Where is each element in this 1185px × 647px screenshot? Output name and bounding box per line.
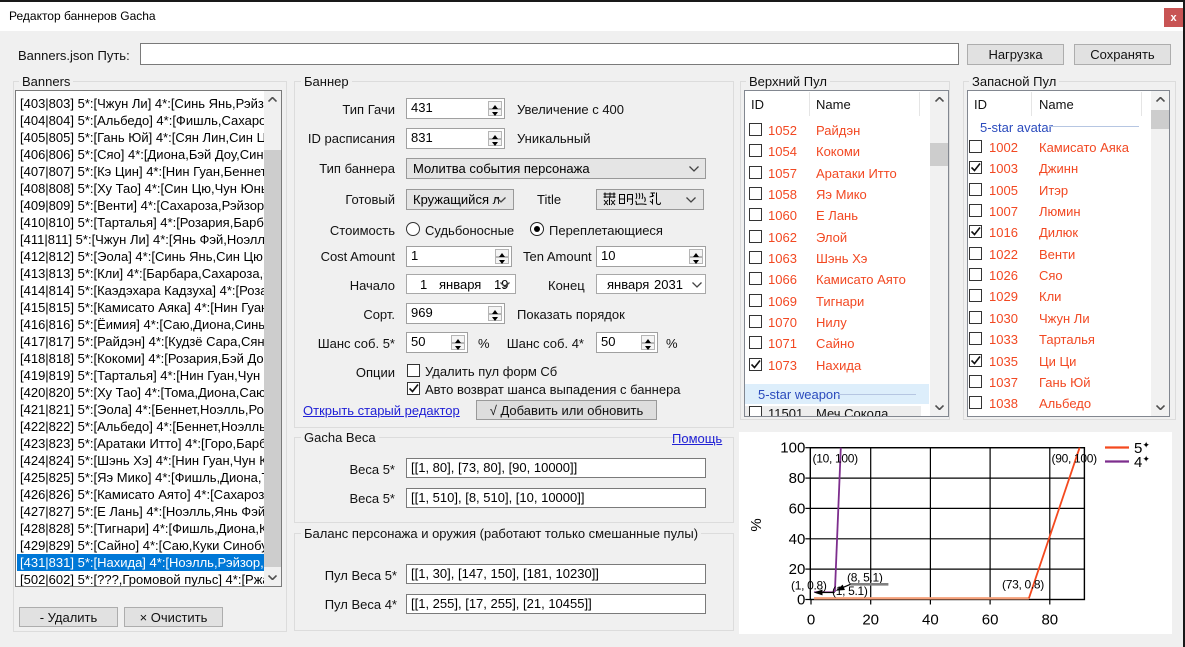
svg-text:(90, 100): (90, 100): [1052, 452, 1098, 466]
svg-text:(10, 100): (10, 100): [813, 452, 859, 466]
svg-text:40: 40: [789, 531, 806, 548]
svg-text:60: 60: [789, 500, 806, 517]
svg-text:(1, 5.1): (1, 5.1): [832, 584, 868, 598]
svg-text:100: 100: [780, 440, 805, 457]
svg-text:80: 80: [1041, 612, 1058, 629]
svg-text:60: 60: [982, 612, 999, 629]
svg-text:(73, 0.8): (73, 0.8): [1002, 578, 1044, 592]
svg-text:0: 0: [797, 592, 805, 609]
svg-text:%: %: [748, 518, 765, 531]
svg-text:20: 20: [789, 561, 806, 578]
svg-text:(8, 5.1): (8, 5.1): [847, 571, 883, 585]
svg-text:40: 40: [922, 612, 939, 629]
svg-text:0: 0: [807, 612, 815, 629]
svg-text:80: 80: [789, 470, 806, 487]
svg-text:20: 20: [862, 612, 879, 629]
